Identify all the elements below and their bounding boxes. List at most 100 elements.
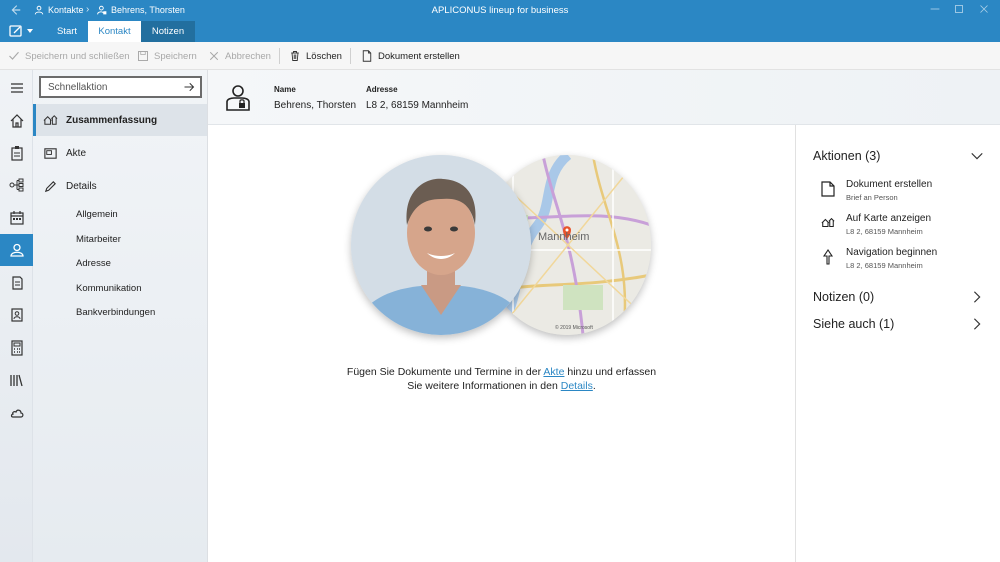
name-value: Behrens, Thorsten <box>274 100 357 111</box>
rail-contact-card[interactable] <box>0 299 33 331</box>
empty-state-message: Fügen Sie Dokumente und Termine in der A… <box>208 365 795 393</box>
nav-sub-bankverbindungen[interactable]: Bankverbindungen <box>76 307 155 318</box>
pencil-icon <box>44 180 56 192</box>
contact-header: Name Behrens, Thorsten Adresse L8 2, 681… <box>208 70 1000 125</box>
tab-start[interactable]: Start <box>46 21 88 42</box>
quick-action-input[interactable]: Schnellaktion <box>39 76 202 98</box>
message-text: Sie weitere Informationen in den <box>407 380 561 392</box>
close-icon[interactable] <box>977 2 991 16</box>
tab-notizen[interactable]: Notizen <box>141 21 195 42</box>
arrow-right-icon[interactable] <box>183 81 195 93</box>
restore-icon[interactable] <box>952 2 966 16</box>
side-panel: Aktionen (3) Dokument erstellen Brief an… <box>795 125 1000 562</box>
rail-contacts[interactable] <box>0 234 33 266</box>
summary-main: Mannheim © 2019 Microsoft Fügen Sie Doku… <box>208 125 795 562</box>
documents-icon <box>11 276 23 290</box>
quick-menu-icon[interactable] <box>9 24 37 38</box>
trash-icon <box>291 51 299 61</box>
house-map-icon <box>43 114 58 125</box>
x-icon <box>209 51 219 61</box>
message-text: hinzu und erfassen <box>564 366 657 378</box>
network-icon <box>9 178 23 192</box>
nav-panel: Schnellaktion Zusammenfassung Akte Detai… <box>33 70 208 562</box>
document-icon <box>821 181 835 197</box>
clipboard-icon <box>10 146 23 161</box>
person-icon <box>9 243 24 257</box>
app-title: APLICONUS lineup for business <box>431 5 569 16</box>
notes-section-title[interactable]: Notizen (0) <box>813 290 874 304</box>
rail-home[interactable] <box>0 105 33 137</box>
nav-sub-adresse[interactable]: Adresse <box>76 258 111 269</box>
address-value: L8 2, 68159 Mannheim <box>366 100 469 111</box>
map-city-label: Mannheim <box>538 231 590 243</box>
nav-sub-allgemein[interactable]: Allgemein <box>76 209 118 220</box>
nav-item-details[interactable]: Details <box>33 170 207 202</box>
home-icon <box>10 114 23 128</box>
nav-sub-mitarbeiter[interactable]: Mitarbeiter <box>76 234 121 245</box>
header-name: Name Behrens, Thorsten <box>274 85 356 111</box>
action-show-map[interactable]: Auf Karte anzeigen L8 2, 68159 Mannheim <box>821 213 991 243</box>
rail-cloud[interactable] <box>0 397 33 429</box>
action-subtitle: L8 2, 68159 Mannheim <box>846 261 923 270</box>
rail-network[interactable] <box>0 169 33 201</box>
hamburger-menu[interactable] <box>0 72 33 104</box>
chevron-right-icon[interactable] <box>970 290 984 304</box>
contact-avatar-icon <box>226 85 250 111</box>
nav-item-akte[interactable]: Akte <box>33 137 207 169</box>
floppy-disk-icon <box>138 51 148 61</box>
delete-label: Löschen <box>306 50 342 62</box>
rail-library[interactable] <box>0 364 33 396</box>
action-title: Auf Karte anzeigen <box>846 213 932 224</box>
hamburger-icon <box>10 83 23 93</box>
rail-documents[interactable] <box>0 267 33 299</box>
nav-item-summary[interactable]: Zusammenfassung <box>33 104 207 136</box>
minimize-icon[interactable] <box>928 2 942 16</box>
address-label: Adresse <box>366 85 398 94</box>
contact-card-icon <box>10 308 23 322</box>
cancel-button[interactable]: Abbrechen <box>208 42 271 70</box>
action-subtitle: Brief an Person <box>846 193 898 202</box>
nav-sub-kommunikation[interactable]: Kommunikation <box>76 283 141 294</box>
toolbar-divider <box>350 48 351 64</box>
checkmark-icon <box>9 51 19 60</box>
chevron-right-icon[interactable] <box>970 317 984 331</box>
action-create-document[interactable]: Dokument erstellen Brief an Person <box>821 179 991 209</box>
title-bar: Kontakte › Behrens, Thorsten APLICONUS l… <box>0 0 1000 42</box>
message-text: Fügen Sie Dokumente und Termine in der <box>346 366 544 378</box>
name-label: Name <box>274 85 296 94</box>
navigation-arrow-icon <box>822 249 834 265</box>
action-subtitle: L8 2, 68159 Mannheim <box>846 227 923 236</box>
tab-kontakt[interactable]: Kontakt <box>88 21 141 42</box>
portrait-graphic <box>351 155 531 335</box>
message-text: . <box>592 380 596 392</box>
create-document-button[interactable]: Dokument erstellen <box>361 42 460 70</box>
action-start-navigation[interactable]: Navigation beginnen L8 2, 68159 Mannheim <box>821 247 991 277</box>
cancel-label: Abbrechen <box>225 50 271 62</box>
delete-button[interactable]: Löschen <box>289 42 342 70</box>
action-title: Navigation beginnen <box>846 247 938 258</box>
akte-link[interactable]: Akte <box>543 366 564 378</box>
save-close-button[interactable]: Speichern und schließen <box>8 42 130 70</box>
toolbar-divider <box>279 48 280 64</box>
nav-item-label: Zusammenfassung <box>66 114 158 126</box>
quick-action-placeholder: Schnellaktion <box>48 81 108 93</box>
library-icon <box>9 374 23 387</box>
actions-section-title[interactable]: Aktionen (3) <box>813 149 880 163</box>
folder-icon <box>44 147 57 159</box>
see-also-section-title[interactable]: Siehe auch (1) <box>813 317 894 331</box>
rail-clipboard[interactable] <box>0 137 33 169</box>
chevron-down-icon[interactable] <box>970 149 984 163</box>
action-title: Dokument erstellen <box>846 179 933 190</box>
house-map-icon <box>821 217 835 228</box>
toolbar: Speichern und schließen Speichern Abbrec… <box>0 42 1000 70</box>
header-address: Adresse L8 2, 68159 Mannheim <box>366 85 468 111</box>
rail-calendar[interactable] <box>0 202 33 234</box>
icon-rail <box>0 70 33 562</box>
details-link[interactable]: Details <box>561 380 593 392</box>
rail-calculator[interactable] <box>0 332 33 364</box>
save-button[interactable]: Speichern <box>137 42 197 70</box>
document-icon <box>362 50 372 62</box>
save-close-label: Speichern und schließen <box>25 50 130 62</box>
cloud-icon <box>10 409 23 418</box>
contact-photo <box>351 155 531 335</box>
